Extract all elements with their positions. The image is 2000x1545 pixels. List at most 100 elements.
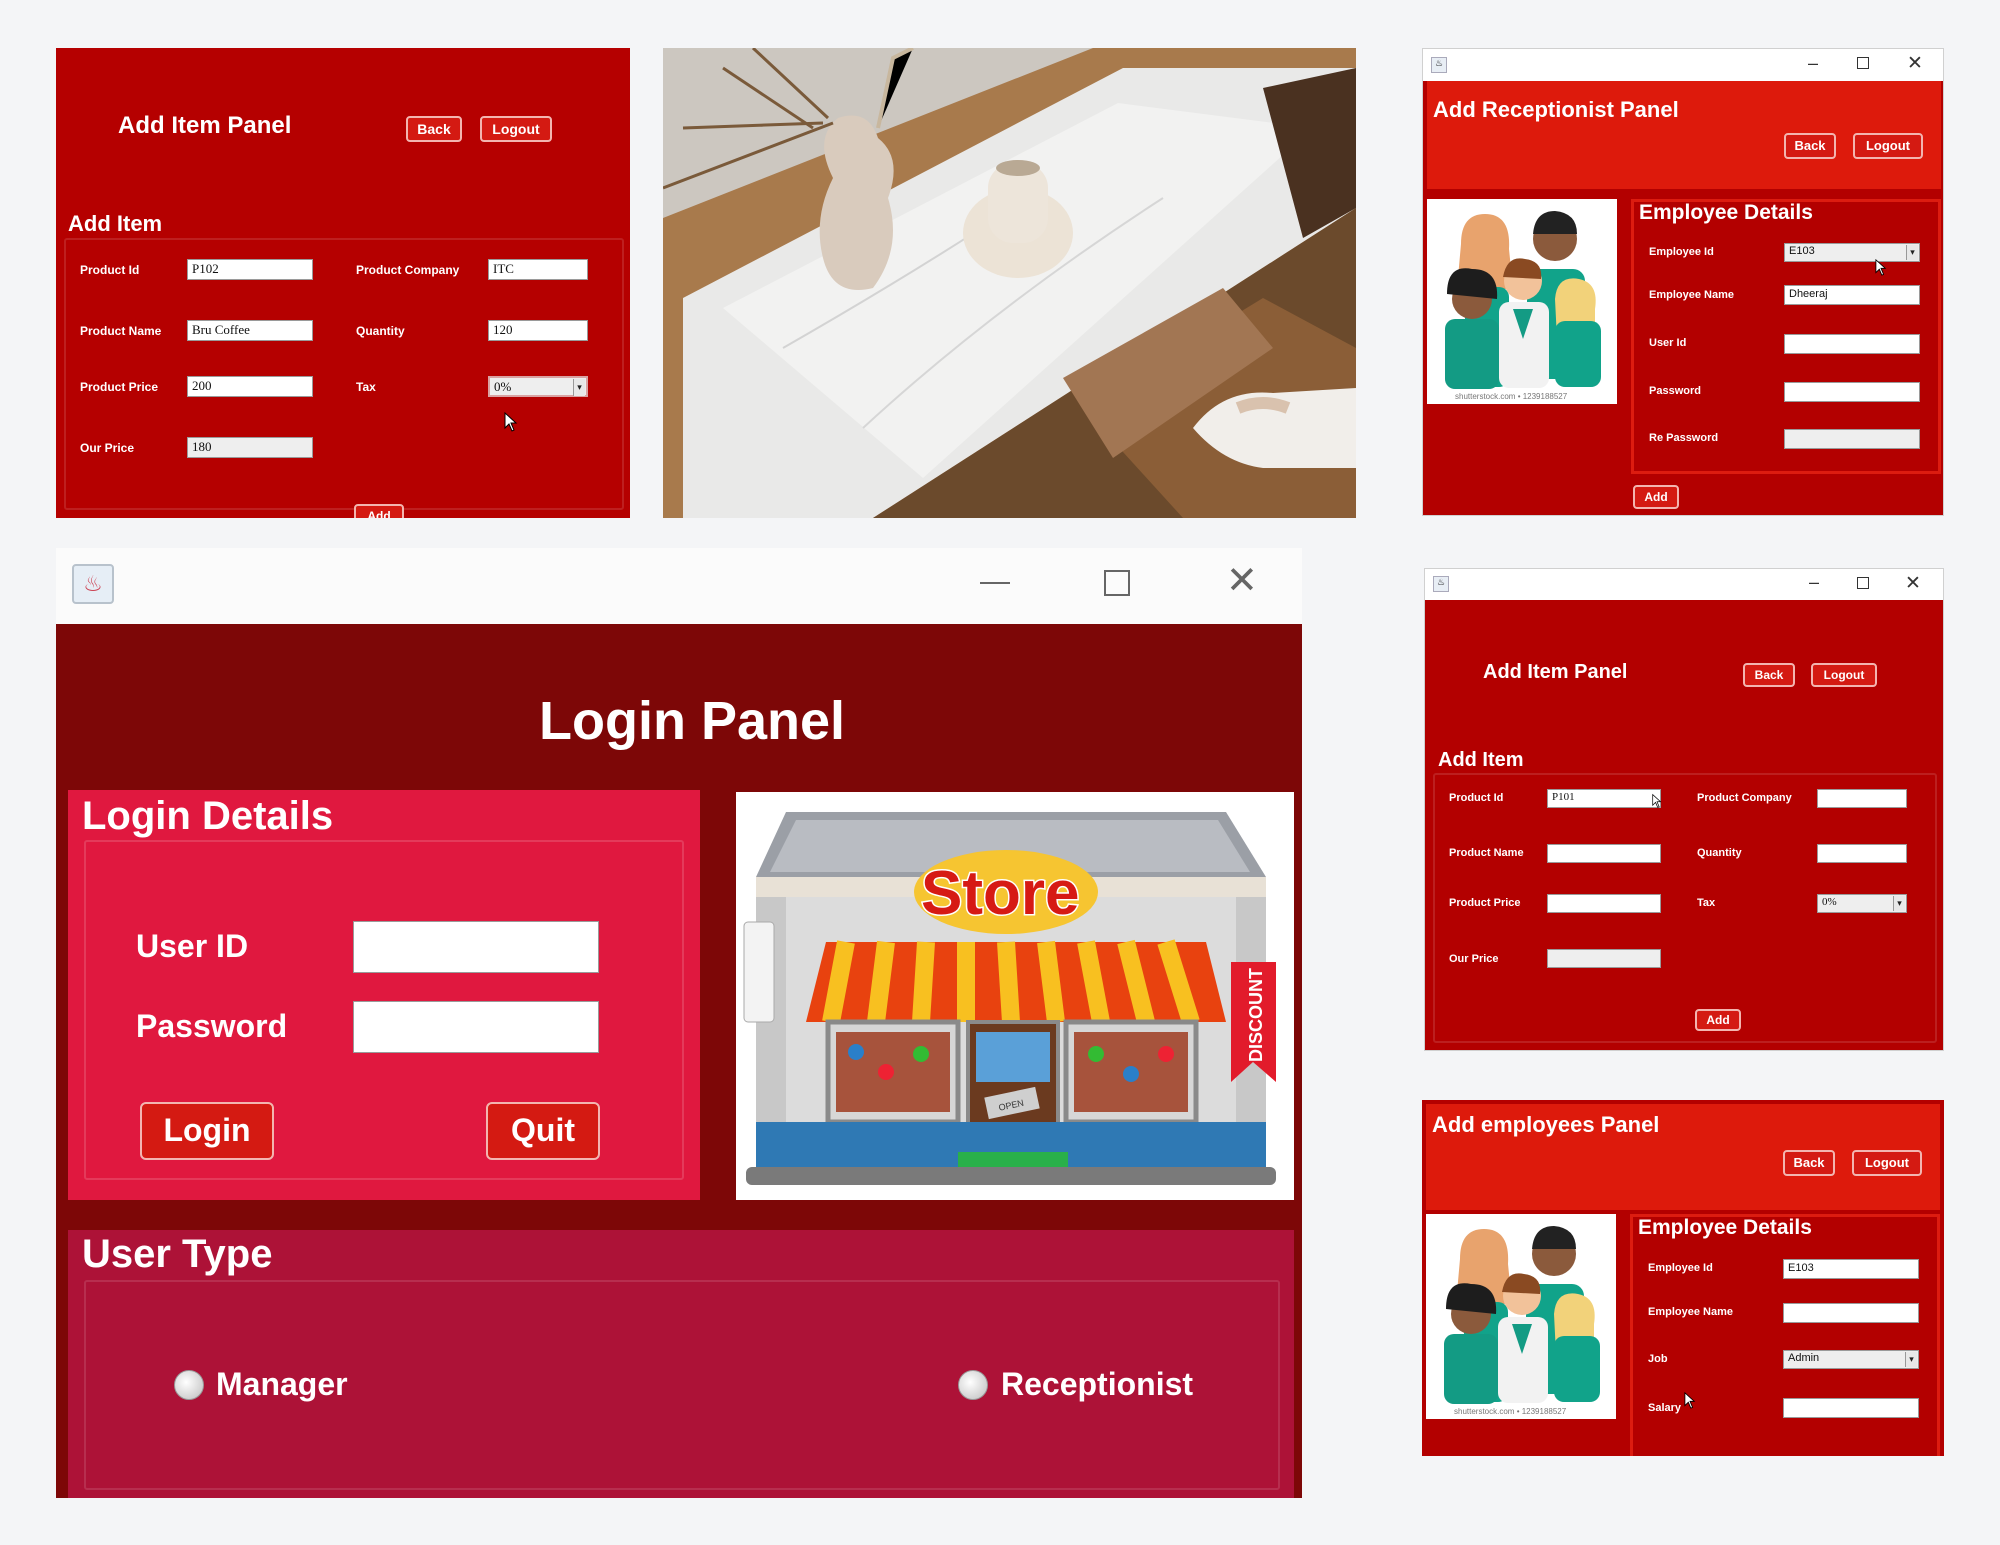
- logout-button[interactable]: Logout: [1811, 663, 1877, 687]
- quantity-field[interactable]: [1817, 844, 1907, 863]
- quantity-label: Quantity: [356, 324, 405, 338]
- product-company-label: Product Company: [1697, 792, 1792, 804]
- user-id-label: User ID: [136, 928, 249, 964]
- store-sign: Store: [921, 859, 1079, 928]
- add-button[interactable]: Add: [1695, 1009, 1741, 1031]
- re-password-field[interactable]: [1784, 429, 1920, 449]
- section-title: Employee Details: [1639, 201, 1813, 224]
- add-button[interactable]: Add: [354, 504, 404, 518]
- password-label: Password: [136, 1008, 288, 1044]
- panel-title: Add Item Panel: [1483, 661, 1628, 683]
- product-price-field[interactable]: 200: [187, 376, 313, 397]
- close-icon[interactable]: ✕: [1226, 558, 1258, 603]
- employee-name-field[interactable]: [1783, 1303, 1919, 1323]
- minimize-icon[interactable]: –: [1808, 53, 1818, 74]
- product-id-label: Product Id: [1449, 792, 1504, 804]
- job-select-value: Admin: [1788, 1352, 1820, 1364]
- product-id-field[interactable]: P101: [1547, 789, 1661, 808]
- user-id-field[interactable]: [1784, 334, 1920, 354]
- product-company-field[interactable]: [1817, 789, 1907, 808]
- close-icon[interactable]: ✕: [1907, 52, 1923, 75]
- add-employees-window: Add employees Panel Back Logout shutters…: [1422, 1100, 1944, 1456]
- password-field[interactable]: [1784, 382, 1920, 402]
- close-icon[interactable]: ✕: [1905, 572, 1921, 595]
- employee-id-field[interactable]: E103: [1783, 1259, 1919, 1279]
- employee-id-label: Employee Id: [1648, 1262, 1713, 1274]
- back-button[interactable]: Back: [1784, 133, 1836, 159]
- drawer-photo: [663, 48, 1356, 518]
- employees-image: shutterstock.com • 1239188527: [1427, 199, 1617, 404]
- panel-title: Login Panel: [539, 691, 846, 751]
- employee-details-box: [1630, 1214, 1940, 1456]
- image-caption: shutterstock.com • 1239188527: [1455, 392, 1568, 401]
- manager-radio[interactable]: [174, 1370, 204, 1400]
- panel-title: Add Receptionist Panel: [1433, 97, 1679, 122]
- dropdown-arrow-icon[interactable]: ▾: [1893, 896, 1905, 911]
- panel-title: Add Item Panel: [118, 112, 292, 139]
- back-button[interactable]: Back: [1783, 1150, 1835, 1176]
- tax-select-value: 0%: [1822, 896, 1837, 908]
- mouse-cursor-icon: [1875, 259, 1887, 276]
- section-title: Employee Details: [1638, 1216, 1812, 1239]
- dropdown-arrow-icon[interactable]: ▾: [1906, 245, 1918, 260]
- product-name-field[interactable]: Bru Coffee: [187, 320, 313, 341]
- user-id-field[interactable]: [353, 921, 599, 973]
- section-title: Add Item: [1438, 749, 1524, 771]
- user-id-label: User Id: [1649, 337, 1687, 349]
- dropdown-arrow-icon[interactable]: ▾: [573, 379, 585, 396]
- maximize-icon[interactable]: [1857, 57, 1869, 69]
- window-titlebar: ♨ – ✕: [1425, 569, 1943, 600]
- product-company-label: Product Company: [356, 263, 460, 277]
- add-item-panel-window-1: Add Item Panel Back Logout Add Item Prod…: [56, 48, 630, 518]
- re-password-label: Re Password: [1649, 432, 1719, 444]
- back-button[interactable]: Back: [406, 116, 462, 142]
- our-price-field[interactable]: 180: [187, 437, 313, 458]
- login-button[interactable]: Login: [140, 1102, 274, 1160]
- product-name-field[interactable]: [1547, 844, 1661, 863]
- store-image: OPEN DISCOUNT Store: [736, 792, 1294, 1200]
- job-select[interactable]: Admin ▾: [1783, 1350, 1919, 1369]
- section-title: Add Item: [68, 211, 163, 236]
- manager-label[interactable]: Manager: [216, 1366, 348, 1403]
- minimize-icon[interactable]: [980, 582, 1010, 584]
- employee-id-select[interactable]: E103 ▾: [1784, 243, 1920, 262]
- job-label: Job: [1648, 1353, 1668, 1365]
- password-field[interactable]: [353, 1001, 599, 1053]
- our-price-label: Our Price: [1449, 953, 1499, 965]
- tax-select[interactable]: 0% ▾: [488, 376, 588, 397]
- product-name-label: Product Name: [80, 324, 162, 338]
- dropdown-arrow-icon[interactable]: ▾: [1905, 1352, 1917, 1367]
- add-item-panel-window-2: ♨ – ✕ Add Item Panel Back Logout Add Ite…: [1424, 568, 1944, 1051]
- add-button[interactable]: Add: [1633, 485, 1679, 509]
- receptionist-radio[interactable]: [958, 1370, 988, 1400]
- product-company-field[interactable]: ITC: [488, 259, 588, 280]
- tax-select[interactable]: 0% ▾: [1817, 894, 1907, 913]
- logout-button[interactable]: Logout: [1853, 133, 1923, 159]
- minimize-icon[interactable]: –: [1809, 572, 1819, 593]
- maximize-icon[interactable]: [1104, 570, 1130, 596]
- image-caption: shutterstock.com • 1239188527: [1454, 1407, 1567, 1416]
- java-app-icon: ♨: [1433, 576, 1449, 592]
- back-button[interactable]: Back: [1743, 663, 1795, 687]
- logout-button[interactable]: Logout: [1852, 1150, 1922, 1176]
- mouse-cursor-icon: [1652, 793, 1662, 808]
- receptionist-label[interactable]: Receptionist: [1001, 1366, 1193, 1403]
- logout-button[interactable]: Logout: [480, 116, 552, 142]
- employee-name-field[interactable]: Dheeraj: [1784, 285, 1920, 305]
- salary-field[interactable]: [1783, 1398, 1919, 1418]
- our-price-field[interactable]: [1547, 949, 1661, 968]
- product-price-label: Product Price: [1449, 897, 1521, 909]
- mouse-cursor-icon: [1684, 1392, 1696, 1409]
- our-price-label: Our Price: [80, 441, 135, 455]
- store-illustration: OPEN DISCOUNT Store: [743, 812, 1276, 1185]
- java-app-icon: ♨: [72, 564, 114, 604]
- product-price-field[interactable]: [1547, 894, 1661, 913]
- login-details-title: Login Details: [82, 794, 334, 838]
- password-label: Password: [1649, 385, 1701, 397]
- tax-label: Tax: [1697, 897, 1716, 909]
- quantity-field[interactable]: 120: [488, 320, 588, 341]
- product-id-field[interactable]: P102: [187, 259, 313, 280]
- maximize-icon[interactable]: [1857, 577, 1869, 589]
- employees-illustration: [1444, 1226, 1600, 1404]
- quit-button[interactable]: Quit: [486, 1102, 600, 1160]
